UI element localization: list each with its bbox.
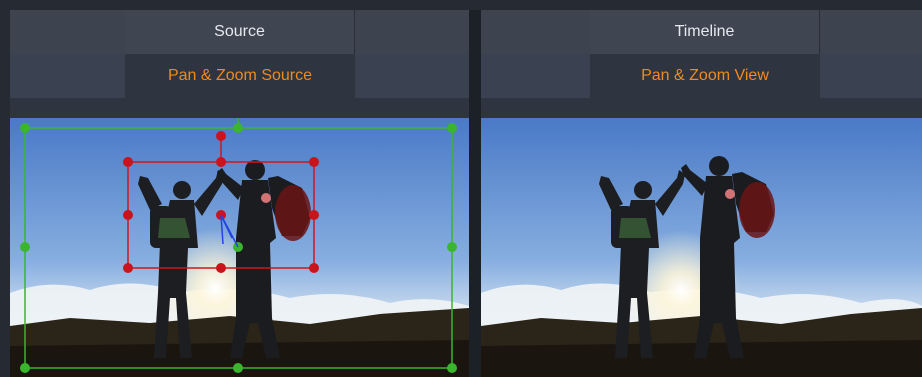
timeline-panel: Timeline Pan & Zoom View xyxy=(481,10,922,377)
green-frame-handle[interactable] xyxy=(20,123,30,133)
source-tab-row: Source xyxy=(10,10,469,54)
red-frame-handle[interactable] xyxy=(309,263,319,273)
tab-pan-zoom-source[interactable]: Pan & Zoom Source xyxy=(125,54,355,98)
red-frame-handle[interactable] xyxy=(123,263,133,273)
red-frame-handle[interactable] xyxy=(216,157,226,167)
tab-pan-zoom-view[interactable]: Pan & Zoom View xyxy=(590,54,820,98)
red-frame-handle[interactable] xyxy=(216,263,226,273)
rotation-handle[interactable] xyxy=(216,131,226,141)
source-photo xyxy=(10,118,469,377)
green-frame-handle[interactable] xyxy=(447,123,457,133)
source-panel: Source Pan & Zoom Source xyxy=(10,10,469,377)
timeline-strip xyxy=(481,98,922,118)
green-frame-handle[interactable] xyxy=(20,242,30,252)
source-preview[interactable] xyxy=(10,118,469,377)
tab-source[interactable]: Source xyxy=(125,10,355,54)
green-frame-handle[interactable] xyxy=(447,242,457,252)
red-frame-handle[interactable] xyxy=(123,210,133,220)
timeline-preview[interactable] xyxy=(481,118,922,377)
green-frame-handle[interactable] xyxy=(233,363,243,373)
green-frame-handle[interactable] xyxy=(447,363,457,373)
green-frame-handle[interactable] xyxy=(233,123,243,133)
timeline-photo xyxy=(481,118,922,377)
source-strip xyxy=(10,98,469,118)
timeline-subtab-row: Pan & Zoom View xyxy=(481,54,922,98)
timeline-tab-row: Timeline xyxy=(481,10,922,54)
source-subtab-row: Pan & Zoom Source xyxy=(10,54,469,98)
green-frame-handle[interactable] xyxy=(20,363,30,373)
red-frame-handle[interactable] xyxy=(309,157,319,167)
tab-timeline[interactable]: Timeline xyxy=(590,10,820,54)
red-frame-handle[interactable] xyxy=(123,157,133,167)
red-frame-handle[interactable] xyxy=(309,210,319,220)
panel-divider[interactable] xyxy=(469,10,481,377)
